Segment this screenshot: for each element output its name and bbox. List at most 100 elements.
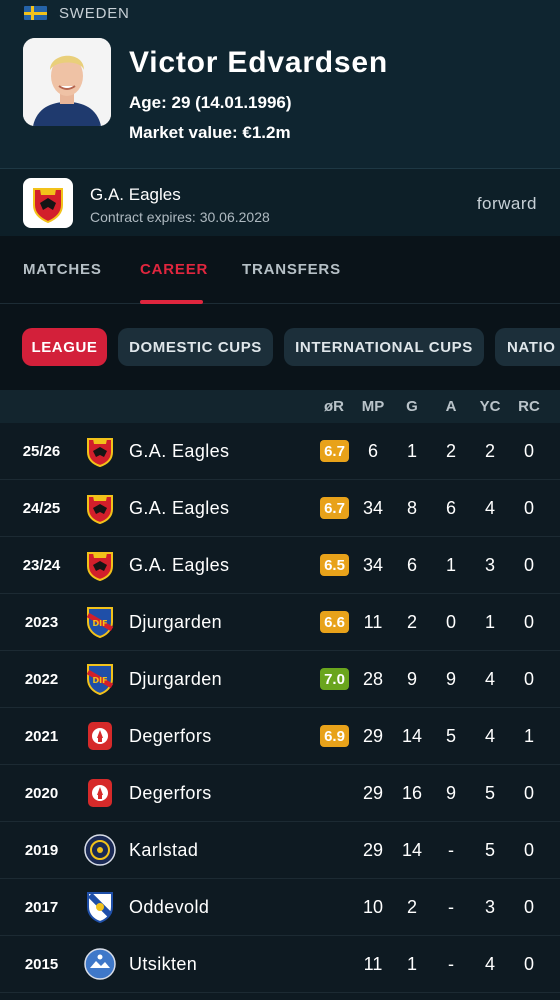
row-club-name: G.A. Eagles	[129, 497, 230, 518]
cell-yellow-cards: 4	[484, 497, 495, 518]
rating-badge: 6.6	[320, 611, 349, 633]
ga-eagles-logo-icon	[23, 178, 73, 228]
header-matches-played: MP	[361, 398, 385, 415]
table-row[interactable]: 2021 Degerfors 6.9 29 14 5 4 1	[0, 708, 560, 765]
club-name: G.A. Eagles	[90, 185, 181, 204]
player-photo	[23, 38, 111, 126]
cell-matches-played: 29	[362, 725, 384, 746]
row-club-name: Degerfors	[129, 725, 212, 746]
cell-yellow-cards: 3	[484, 896, 495, 917]
row-club-name: Djurgarden	[129, 611, 223, 632]
cell-matches-played: 34	[362, 554, 384, 575]
table-row[interactable]: 25/26 G.A. Eagles 6.7 6 1 2 2 0	[0, 423, 560, 480]
filter-league[interactable]: LEAGUE	[22, 328, 107, 366]
ga-eagles-logo-icon	[84, 537, 116, 593]
career-table-header: øR MP G A YC RC	[0, 390, 560, 423]
table-row[interactable]: 23/24 G.A. Eagles 6.5 34 6 1 3 0	[0, 537, 560, 594]
row-season: 2015	[24, 955, 59, 973]
cell-goals: 8	[406, 497, 417, 518]
career-table-body: 25/26 G.A. Eagles 6.7 6 1 2 2 0 24/25 G.A. Eagles…	[0, 423, 560, 993]
cell-yellow-cards: 2	[484, 440, 495, 461]
cell-red-cards: 0	[523, 953, 534, 974]
country-name: SWEDEN	[59, 4, 130, 22]
player-age: Age: 29 (14.01.1996)	[129, 93, 292, 112]
cell-assists: 9	[445, 782, 456, 803]
filter-national[interactable]: NATIO	[495, 328, 560, 366]
row-club-name: Djurgarden	[129, 668, 223, 689]
svg-text:DIF: DIF	[92, 676, 107, 685]
cell-goals: 1	[406, 440, 417, 461]
cell-red-cards: 0	[523, 839, 534, 860]
cell-goals: 2	[406, 611, 417, 632]
djurgarden-logo-icon: DIF	[84, 594, 116, 650]
cell-red-cards: 0	[523, 782, 534, 803]
row-club-name: Utsikten	[129, 953, 198, 974]
cell-goals: 9	[406, 668, 417, 689]
degerfors-logo-icon	[84, 708, 116, 764]
cell-red-cards: 0	[523, 611, 534, 632]
cell-goals: 14	[401, 725, 423, 746]
filter-domestic-cups[interactable]: DOMESTIC CUPS	[118, 328, 273, 366]
cell-yellow-cards: 1	[484, 611, 495, 632]
tab-career[interactable]: CAREER	[140, 261, 208, 278]
cell-matches-played: 34	[362, 497, 384, 518]
cell-red-cards: 0	[523, 497, 534, 518]
tab-transfers[interactable]: TRANSFERS	[242, 261, 341, 278]
row-club-name: Degerfors	[129, 782, 212, 803]
row-season: 2019	[24, 841, 59, 859]
table-row[interactable]: 24/25 G.A. Eagles 6.7 34 8 6 4 0	[0, 480, 560, 537]
rating-badge: 7.0	[320, 668, 349, 690]
cell-red-cards: 1	[523, 725, 534, 746]
cell-red-cards: 0	[523, 896, 534, 917]
karlstad-logo-icon	[84, 822, 116, 878]
rating-badge: 6.7	[320, 497, 349, 519]
row-club-name: G.A. Eagles	[129, 554, 230, 575]
svg-text:DIF: DIF	[92, 619, 107, 628]
cell-assists: 6	[445, 497, 456, 518]
row-season: 2017	[24, 898, 59, 916]
degerfors-logo-icon	[84, 765, 116, 821]
table-row[interactable]: 2017 Oddevold 10 2 - 3 0	[0, 879, 560, 936]
cell-assists: 2	[445, 440, 456, 461]
rating-badge: 6.9	[320, 725, 349, 747]
cell-assists: -	[448, 839, 454, 860]
header-goals: G	[406, 398, 418, 415]
cell-goals: 16	[401, 782, 423, 803]
cell-assists: 1	[445, 554, 456, 575]
row-season: 25/26	[22, 442, 61, 460]
table-row[interactable]: 2015 Utsikten 11 1-4 0	[0, 936, 560, 993]
cell-goals: 2	[406, 896, 417, 917]
cell-assists: -	[448, 953, 454, 974]
rating-badge: 6.5	[320, 554, 349, 576]
current-club-row[interactable]: G.A. Eagles Contract expires: 30.06.2028…	[0, 168, 560, 236]
cell-assists: 9	[445, 668, 456, 689]
utsikten-logo-icon	[84, 936, 116, 992]
row-season: 24/25	[22, 499, 61, 517]
row-season: 2020	[24, 784, 59, 802]
cell-goals: 6	[406, 554, 417, 575]
row-season: 2023	[24, 613, 59, 631]
row-season: 2022	[24, 670, 59, 688]
cell-assists: 0	[445, 611, 456, 632]
table-row[interactable]: 2022 DIF Djurgarden 7.0 28 9 9 4 0	[0, 651, 560, 708]
cell-red-cards: 0	[523, 554, 534, 575]
oddevold-logo-icon	[84, 879, 116, 935]
table-row[interactable]: 2023 DIF Djurgarden 6.6 11 2 0 1 0	[0, 594, 560, 651]
cell-yellow-cards: 4	[484, 953, 495, 974]
table-row[interactable]: 2020 Degerfors 29 16 9 5 0	[0, 765, 560, 822]
cell-goals: 1	[406, 953, 417, 974]
contract-expiry: Contract expires: 30.06.2028	[90, 209, 270, 225]
cell-yellow-cards: 4	[484, 668, 495, 689]
cell-goals: 14	[401, 839, 423, 860]
header-red-cards: RC	[518, 398, 540, 415]
cell-assists: -	[448, 896, 454, 917]
player-header: Victor Edvardsen Age: 29 (14.01.1996) Ma…	[0, 26, 560, 168]
player-market-value: Market value: €1.2m	[129, 123, 291, 142]
rating-badge: 6.7	[320, 440, 349, 462]
tab-matches[interactable]: MATCHES	[23, 261, 102, 278]
table-row[interactable]: 2019 Karlstad 29 14 - 5 0	[0, 822, 560, 879]
cell-matches-played: 28	[362, 668, 384, 689]
ga-eagles-logo-icon	[84, 480, 116, 536]
header-rating: øR	[324, 398, 344, 415]
filter-international-cups[interactable]: INTERNATIONAL CUPS	[284, 328, 484, 366]
